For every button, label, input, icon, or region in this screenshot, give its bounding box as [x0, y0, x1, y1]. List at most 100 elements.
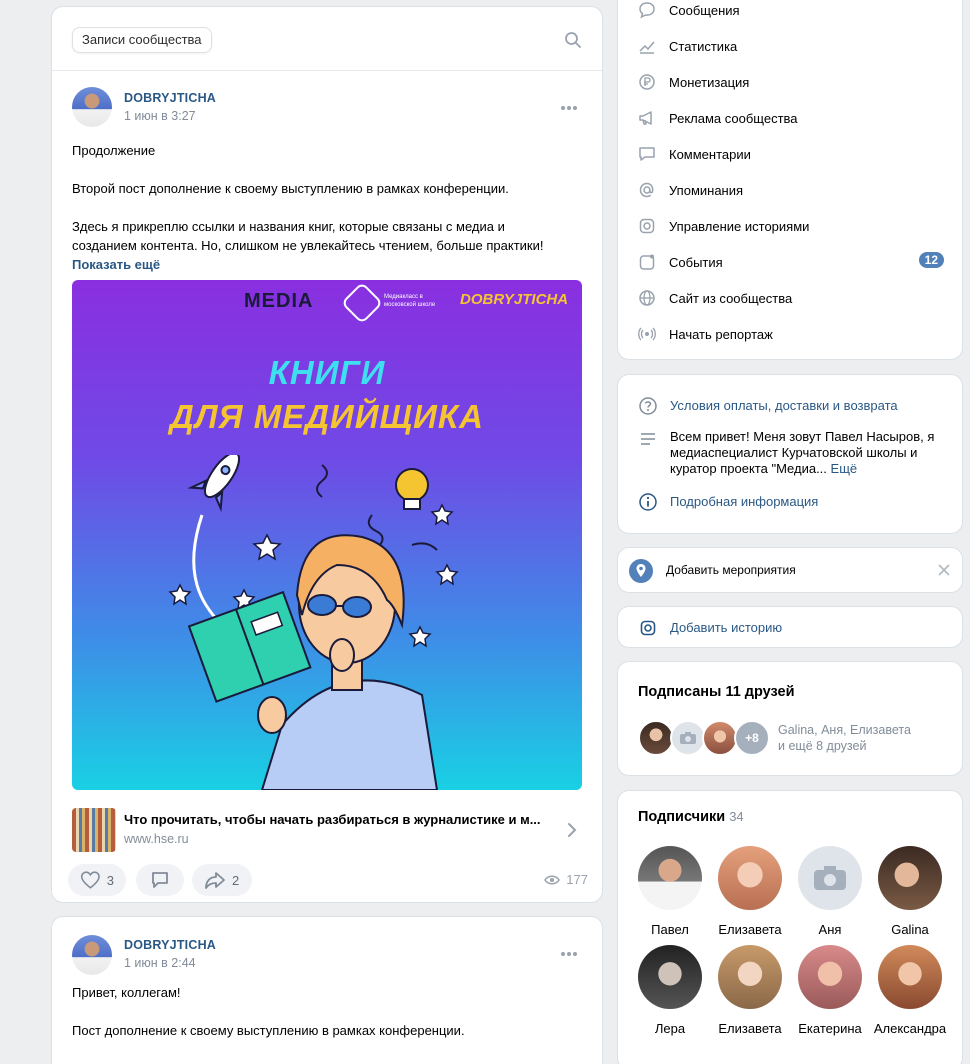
- post-text-line: Привет, коллегам!: [72, 985, 181, 1000]
- menu-item-ads[interactable]: Реклама сообщества: [638, 106, 944, 130]
- logo-dobry: DOBRYJTICHA: [460, 291, 569, 308]
- link-url[interactable]: www.hse.ru: [124, 832, 189, 846]
- subscribers-label: Подписчики: [638, 809, 726, 825]
- menu-item-statistics[interactable]: Статистика: [638, 34, 944, 58]
- menu-item-monetization[interactable]: Монетизация: [638, 70, 944, 94]
- menu-label: Сообщения: [669, 2, 740, 18]
- subscriber-name: Елизавета: [718, 922, 782, 937]
- subscriber[interactable]: Лера: [630, 945, 710, 1036]
- share-count: 2: [232, 872, 240, 888]
- link-thumbnail: [72, 808, 116, 852]
- menu-label: Управление историями: [669, 218, 810, 234]
- menu-item-broadcast[interactable]: Начать репортаж: [638, 322, 944, 346]
- stats-icon: [639, 41, 655, 54]
- subscriber[interactable]: Екатерина: [790, 945, 870, 1036]
- menu-label: Комментарии: [669, 146, 751, 162]
- tab-community-posts[interactable]: Записи сообщества: [72, 27, 212, 53]
- image-title-2: ДЛЯ МЕДИЙЩИКА: [169, 398, 484, 435]
- description-line: Всем привет! Меня зовут Павел Насыров, я: [670, 429, 935, 444]
- menu-item-site[interactable]: Сайт из сообщества: [638, 286, 944, 310]
- events-badge: 12: [918, 252, 944, 268]
- description-more-link[interactable]: Ещё: [831, 461, 858, 476]
- post-image[interactable]: MEDIA Медиакласс в московской школе DOBR…: [72, 280, 582, 790]
- like-button[interactable]: 3: [68, 864, 126, 896]
- post-time[interactable]: 1 июн в 3:27: [124, 109, 196, 123]
- search-icon[interactable]: [564, 31, 582, 49]
- post: DOBRYJTICHA 1 июн в 3:27 Продолжение Вто…: [52, 71, 602, 901]
- share-button[interactable]: 2: [192, 864, 252, 896]
- subscriber-avatar: [878, 945, 942, 1009]
- add-story-card[interactable]: Добавить историю: [617, 606, 963, 648]
- friend-avatar[interactable]: [702, 720, 738, 756]
- menu-item-messages[interactable]: Сообщения: [638, 0, 944, 22]
- friends-title[interactable]: Подписаны 11 друзей: [638, 684, 795, 700]
- subscriber[interactable]: Елизавета: [710, 945, 790, 1036]
- post-author[interactable]: DOBRYJTICHA: [124, 938, 216, 952]
- add-event-label[interactable]: Добавить мероприятия: [666, 563, 796, 577]
- link-title[interactable]: Что прочитать, чтобы начать разбираться …: [124, 812, 564, 827]
- subscriber-avatar: [718, 945, 782, 1009]
- details-link[interactable]: Подробная информация: [670, 492, 818, 512]
- description-text: Всем привет! Меня зовут Павел Насыров, я…: [670, 429, 934, 477]
- views-counter: 177: [544, 872, 588, 887]
- menu-label: Начать репортаж: [669, 326, 773, 342]
- menu-label: Упоминания: [669, 182, 744, 198]
- chevron-right-icon[interactable]: [566, 822, 578, 838]
- subscriber-avatar: [638, 945, 702, 1009]
- friend-avatar[interactable]: [638, 720, 674, 756]
- image-title-1: КНИГИ: [268, 354, 386, 391]
- subscriber[interactable]: Павел: [630, 846, 710, 937]
- show-more-link[interactable]: Показать ещё: [72, 255, 572, 274]
- friends-rest-line: и ещё 8 друзей: [778, 739, 867, 753]
- subscriber-avatar: [878, 846, 942, 910]
- more-friends-count[interactable]: +8: [734, 720, 770, 756]
- subscriber-name: Аня: [818, 922, 842, 937]
- post-time[interactable]: 1 июн в 2:44: [124, 956, 196, 970]
- subscriber[interactable]: Елизавета: [710, 846, 790, 937]
- subscriber-name: Лера: [654, 1021, 686, 1036]
- logo-mediaclass: Медиакласс в московской школе: [384, 294, 436, 308]
- subscriber-name: Александра: [873, 1021, 947, 1036]
- post-text-line: созданием контента. Но, слишком не увлек…: [72, 238, 544, 253]
- info-icon: [639, 493, 657, 511]
- add-story-link[interactable]: Добавить историю: [670, 620, 782, 635]
- menu-item-comments[interactable]: Комментарии: [638, 142, 944, 166]
- subscriber[interactable]: Александра: [870, 945, 950, 1036]
- description-line: куратор проекта "Медиа...: [670, 461, 827, 476]
- friends-following-card[interactable]: Подписаны 11 друзей +8 Galina, Аня, Елиз…: [617, 661, 963, 776]
- subscriber-avatar: [718, 846, 782, 910]
- menu-item-events[interactable]: События 12: [638, 250, 944, 274]
- menu-item-stories[interactable]: Управление историями: [638, 214, 944, 238]
- payment-terms-row[interactable]: Условия оплаты, доставки и возврата: [638, 396, 948, 416]
- heart-icon: [80, 871, 100, 889]
- views-count: 177: [566, 872, 588, 887]
- subscribers-count: 34: [729, 809, 744, 824]
- comment-button[interactable]: [136, 864, 184, 896]
- description-row: Всем привет! Меня зовут Павел Насыров, я…: [638, 429, 948, 477]
- wall-card: Записи сообщества DOBRYJTICHA 1 июн в 3:…: [51, 6, 603, 903]
- subscriber-name: Елизавета: [718, 1021, 782, 1036]
- more-dots-icon[interactable]: [560, 105, 578, 111]
- subscriber[interactable]: Аня: [790, 846, 870, 937]
- wall-header: Записи сообщества: [52, 7, 602, 71]
- author-avatar[interactable]: [72, 87, 112, 127]
- author-avatar[interactable]: [72, 935, 112, 975]
- payment-terms-link[interactable]: Условия оплаты, доставки и возврата: [670, 396, 898, 416]
- post-author[interactable]: DOBRYJTICHA: [124, 91, 216, 105]
- post-text-line: Второй пост дополнение к своему выступле…: [72, 181, 509, 196]
- close-icon[interactable]: [938, 564, 950, 576]
- link-attachment[interactable]: Что прочитать, чтобы начать разбираться …: [72, 808, 582, 854]
- post-text-line: Продолжение: [72, 143, 156, 158]
- subscriber-avatar: [638, 846, 702, 910]
- message-icon: [639, 2, 655, 19]
- details-row[interactable]: Подробная информация: [638, 492, 948, 512]
- menu-item-mentions[interactable]: Упоминания: [638, 178, 944, 202]
- friend-avatar-placeholder[interactable]: [670, 720, 706, 756]
- subscriber[interactable]: Galina: [870, 846, 950, 937]
- subscribers-card: Подписчики 34 Павел Елизавета Аня Galina…: [617, 790, 963, 1064]
- subscribers-title[interactable]: Подписчики 34: [638, 809, 744, 825]
- add-event-card[interactable]: Добавить мероприятия: [617, 547, 963, 593]
- more-dots-icon[interactable]: [560, 951, 578, 957]
- megaphone-icon: [639, 111, 652, 125]
- stories-icon: [639, 218, 655, 234]
